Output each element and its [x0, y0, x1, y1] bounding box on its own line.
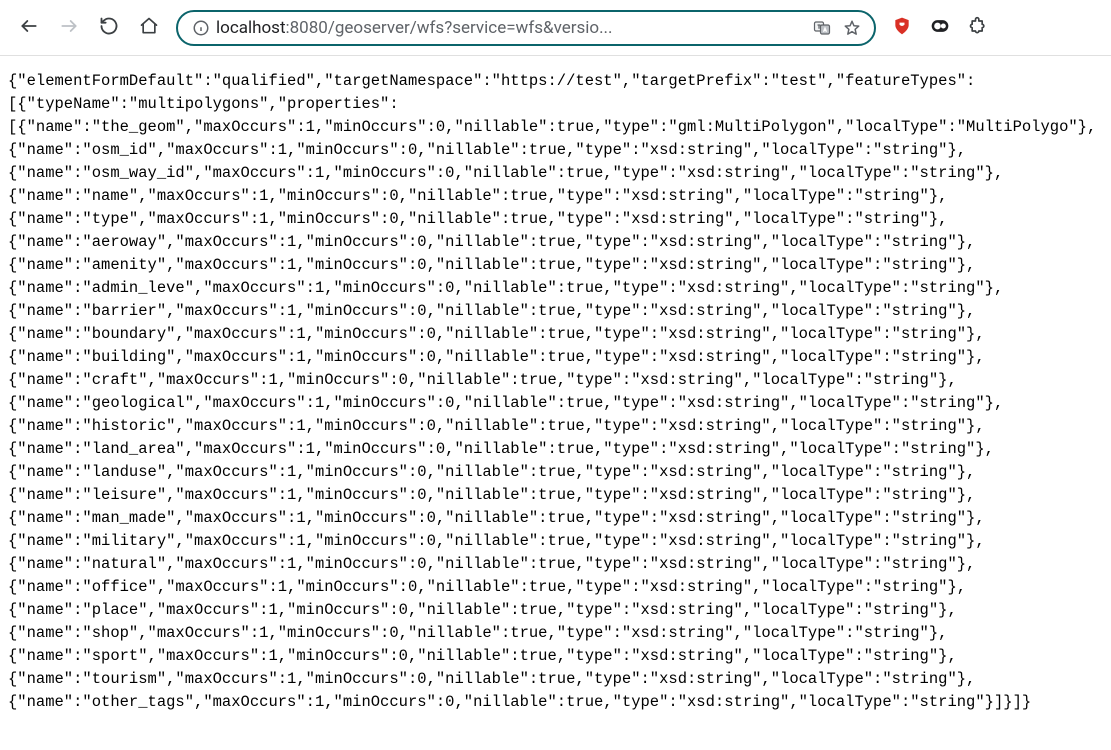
- back-button[interactable]: [12, 11, 46, 45]
- extension-ublock[interactable]: [886, 12, 918, 44]
- browser-toolbar: localhost:8080/geoserver/wfs?service=wfs…: [0, 0, 1111, 56]
- response-body: {"elementFormDefault":"qualified","targe…: [0, 56, 1111, 728]
- forward-button[interactable]: [52, 11, 86, 45]
- extension-toggle[interactable]: [924, 12, 956, 44]
- shield-stop-icon: [892, 16, 912, 40]
- address-bar[interactable]: localhost:8080/geoserver/wfs?service=wfs…: [176, 10, 876, 46]
- site-info-icon[interactable]: [192, 19, 210, 37]
- toggle-icon: [930, 16, 950, 40]
- url-text: localhost:8080/geoserver/wfs?service=wfs…: [216, 18, 804, 38]
- extensions-menu-button[interactable]: [962, 12, 994, 44]
- translate-icon[interactable]: [810, 16, 834, 40]
- puzzle-icon: [968, 16, 988, 40]
- arrow-left-icon: [19, 16, 39, 39]
- home-icon: [139, 16, 159, 39]
- bookmark-star-icon[interactable]: [840, 16, 864, 40]
- arrow-right-icon: [59, 16, 79, 39]
- url-rest: :8080/geoserver/wfs?service=wfs&versio..…: [286, 18, 613, 38]
- reload-icon: [99, 16, 119, 39]
- home-button[interactable]: [132, 11, 166, 45]
- url-host: localhost: [216, 18, 286, 38]
- reload-button[interactable]: [92, 11, 126, 45]
